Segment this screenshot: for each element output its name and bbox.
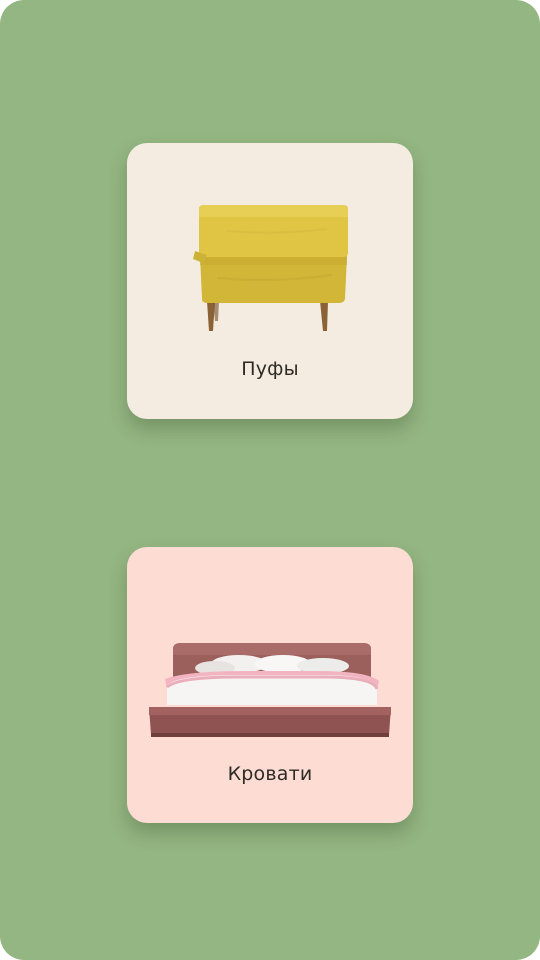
category-card-ottomans[interactable]: Пуфы [127,143,413,419]
category-card-beds[interactable]: Кровати [127,547,413,823]
ottoman-image [193,205,348,331]
category-label: Кровати [227,763,313,785]
category-screen: Пуфы Кровати [0,0,540,960]
bed-image [149,643,391,737]
category-label: Пуфы [241,358,299,380]
